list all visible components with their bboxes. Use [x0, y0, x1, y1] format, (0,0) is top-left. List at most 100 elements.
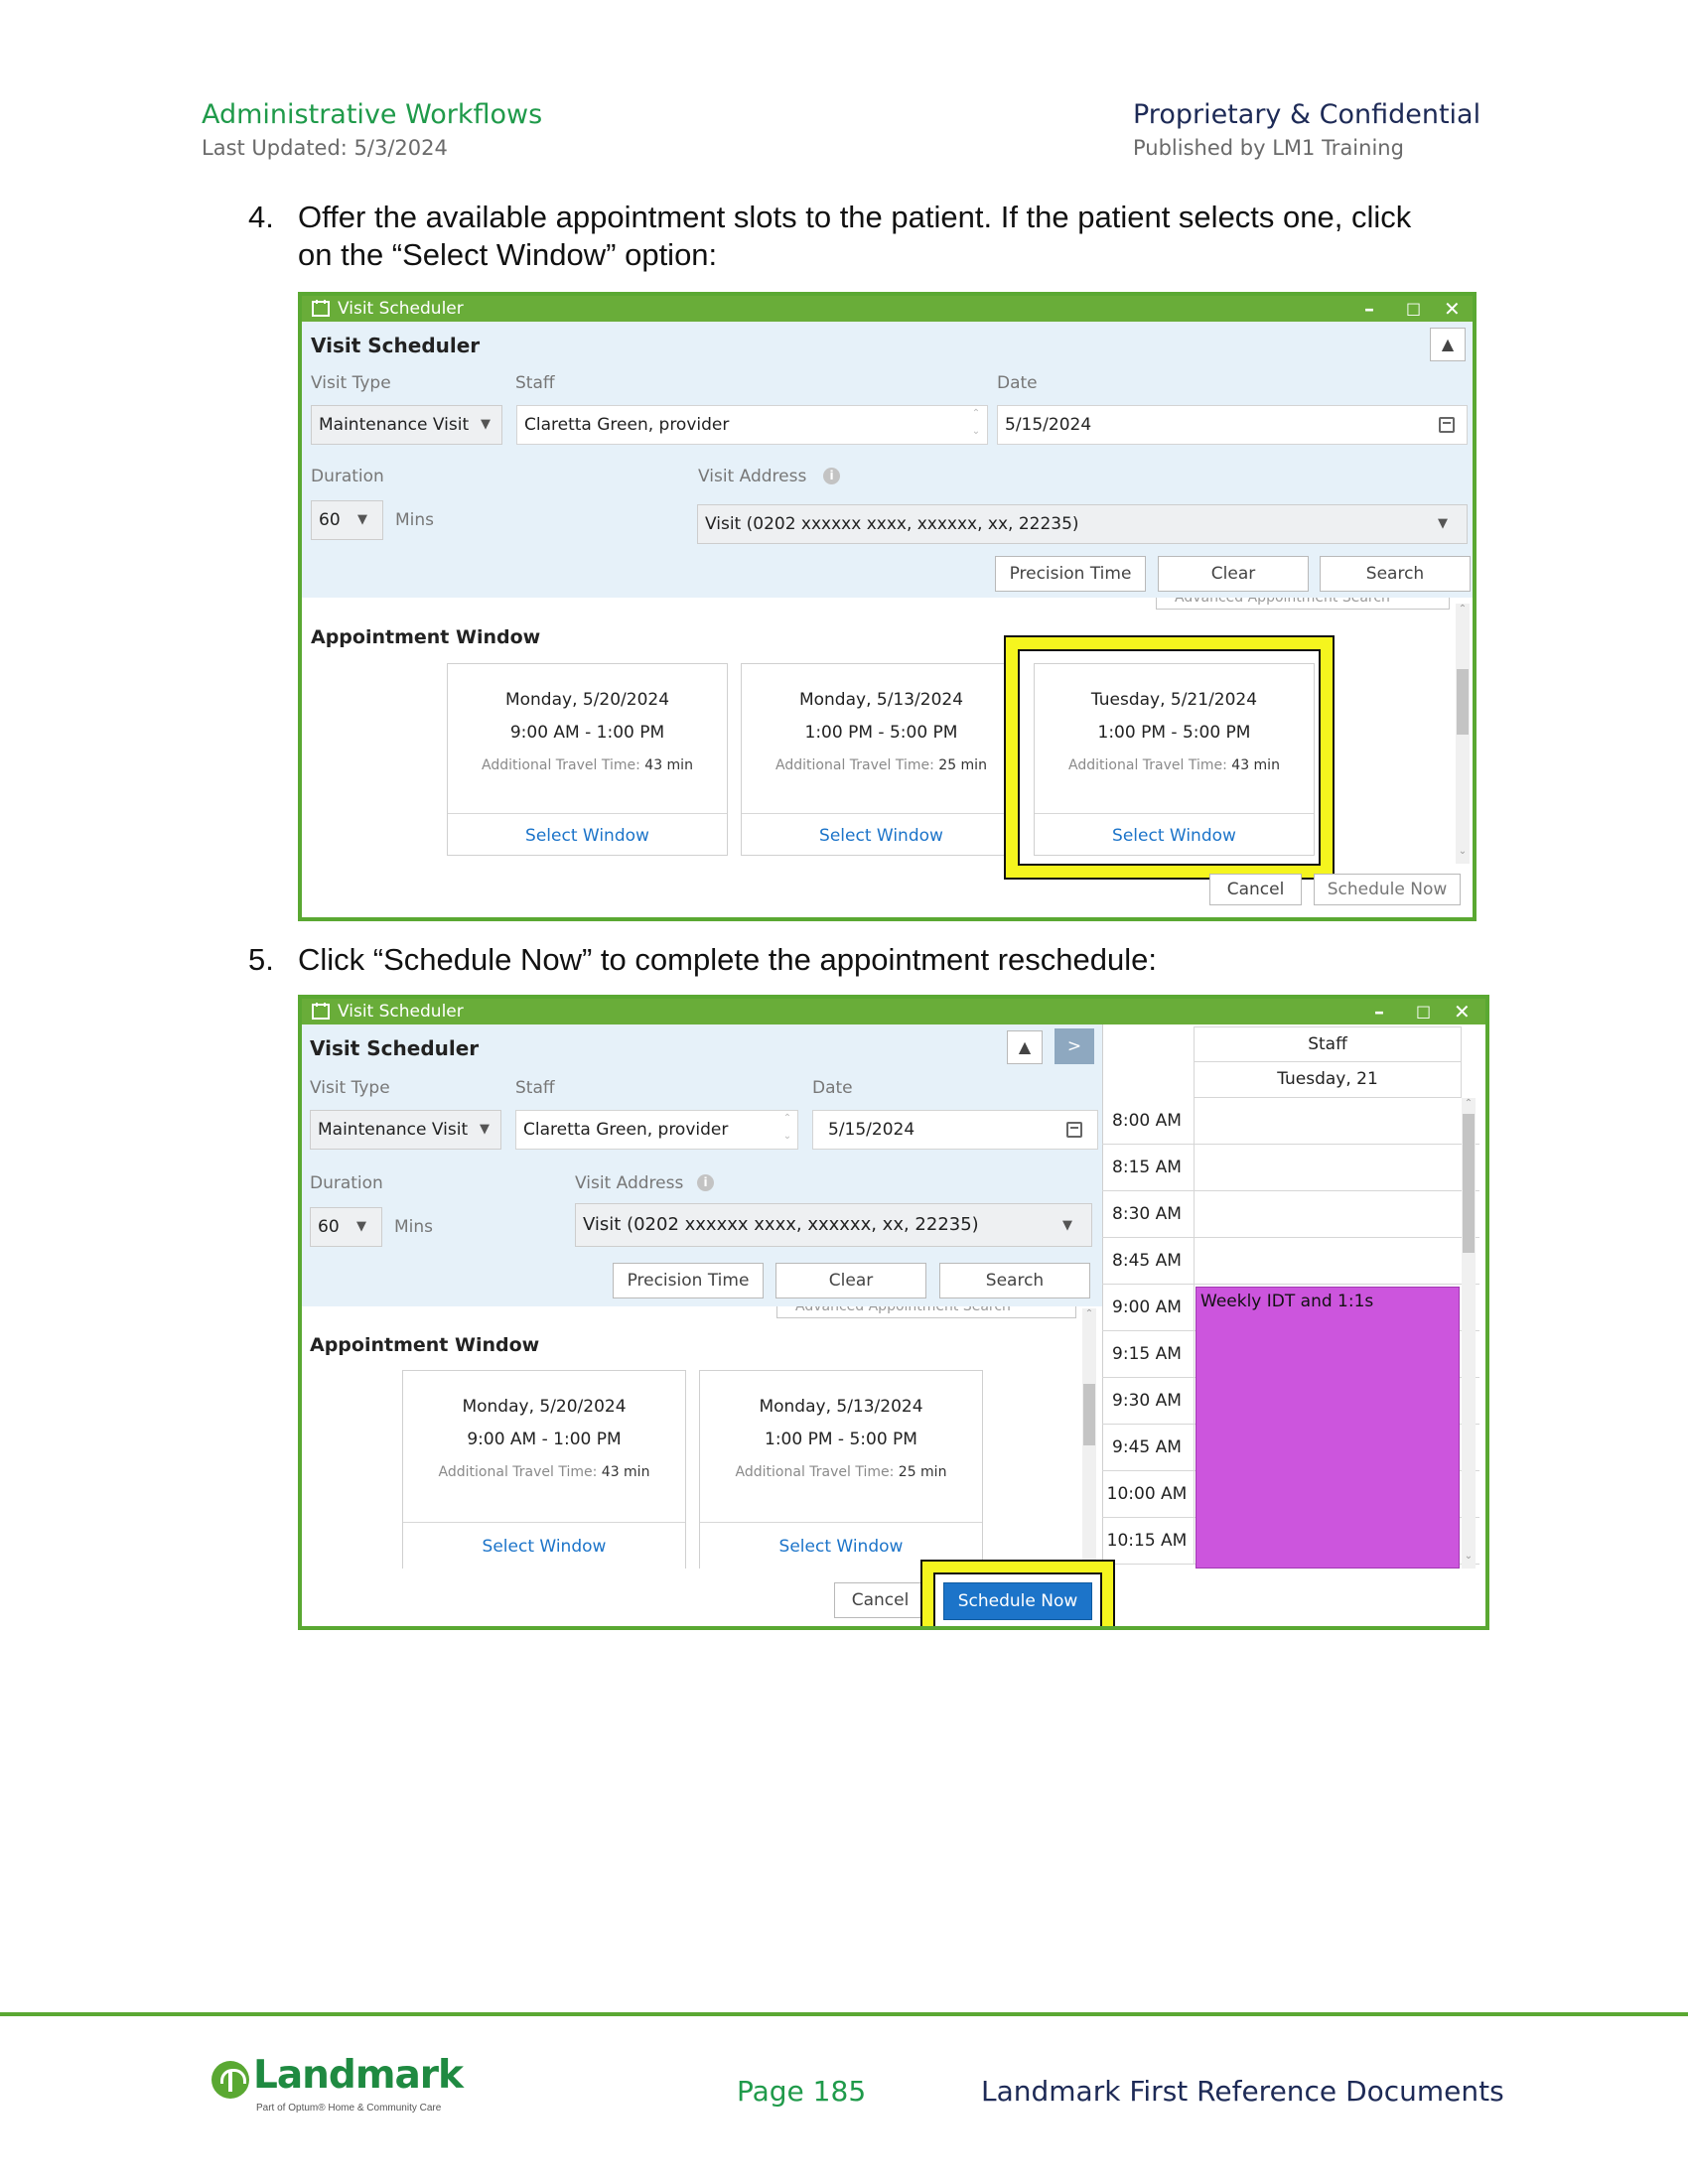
- visit-address-select[interactable]: Visit (0202 xxxxxx xxxx, xxxxxx, xx, 222…: [575, 1203, 1092, 1247]
- scroll-up-icon[interactable]: ⌃: [1456, 604, 1470, 614]
- duration-value: 60: [318, 1217, 340, 1237]
- appointment-card: Monday, 5/20/2024 9:00 AM - 1:00 PM Addi…: [402, 1370, 686, 1569]
- time-label: 9:45 AM: [1112, 1437, 1182, 1457]
- duration-select[interactable]: 60 ▼: [310, 1207, 382, 1247]
- time-slot-row[interactable]: 8:15 AM: [1102, 1145, 1479, 1191]
- close-icon[interactable]: ✕: [1444, 296, 1461, 322]
- title-bar: Visit Scheduler – □ ✕: [302, 999, 1485, 1024]
- travel-time: Additional Travel Time: 43 min: [438, 1464, 650, 1480]
- time-slot-row[interactable]: 8:00 AM: [1102, 1098, 1479, 1145]
- cancel-button[interactable]: Cancel: [1209, 874, 1302, 905]
- scroll-up-icon[interactable]: ⌃: [1082, 1308, 1096, 1319]
- time-slot-row[interactable]: 8:30 AM: [1102, 1191, 1479, 1238]
- schedule-now-button[interactable]: Schedule Now: [1314, 874, 1461, 905]
- maximize-icon[interactable]: □: [1416, 999, 1431, 1024]
- maximize-icon[interactable]: □: [1406, 296, 1421, 322]
- scroll-thumb[interactable]: [1463, 1114, 1475, 1253]
- visit-type-select[interactable]: Maintenance Visit ▼: [310, 1110, 501, 1150]
- slot-cell[interactable]: [1194, 1238, 1462, 1284]
- travel-time: Additional Travel Time: 25 min: [735, 1464, 947, 1480]
- chevron-down-icon: ▼: [1438, 516, 1448, 531]
- slot-cell[interactable]: [1194, 1098, 1462, 1144]
- appointment-window-heading: Appointment Window: [311, 626, 541, 648]
- last-updated: Last Updated: 5/3/2024: [202, 136, 448, 160]
- scroll-down-icon[interactable]: ⌄: [1462, 1551, 1476, 1562]
- collapse-button[interactable]: ▲: [1007, 1030, 1043, 1064]
- chevron-down-icon: ▼: [356, 1219, 366, 1234]
- schedule-now-button[interactable]: Schedule Now: [943, 1582, 1092, 1620]
- minimize-icon[interactable]: –: [1374, 999, 1384, 1024]
- scroll-thumb[interactable]: [1083, 1384, 1095, 1445]
- date-field[interactable]: 5/15/2024: [812, 1110, 1098, 1150]
- time-slot-row[interactable]: 8:45 AM: [1102, 1238, 1479, 1285]
- date-value: 5/15/2024: [828, 1120, 915, 1140]
- calendar-appointment[interactable]: Weekly IDT and 1:1s: [1196, 1287, 1460, 1569]
- visit-scheduler-window-1: Visit Scheduler – □ ✕ Visit Scheduler ▲ …: [298, 292, 1477, 921]
- advanced-search-button[interactable]: Advanced Appointment Search: [1156, 598, 1450, 610]
- select-window-link[interactable]: Select Window: [700, 1537, 982, 1557]
- advanced-search-label: Advanced Appointment Search: [1175, 598, 1390, 606]
- precision-time-button[interactable]: Precision Time: [613, 1263, 764, 1298]
- time-label: 8:30 AM: [1112, 1204, 1182, 1224]
- confidential-label: Proprietary & Confidential: [1133, 99, 1481, 130]
- select-window-link[interactable]: Select Window: [403, 1537, 685, 1557]
- chevron-down-icon: ▼: [1062, 1218, 1072, 1233]
- info-icon[interactable]: i: [823, 468, 840, 484]
- cancel-button[interactable]: Cancel: [834, 1582, 926, 1618]
- slot-cell[interactable]: [1194, 1191, 1462, 1237]
- staff-spinner[interactable]: ⌃ ⌄: [969, 405, 983, 445]
- time-label: 8:45 AM: [1112, 1251, 1182, 1271]
- select-window-link[interactable]: Select Window: [1035, 826, 1314, 846]
- vertical-scrollbar[interactable]: ⌃ ⌄: [1456, 604, 1470, 864]
- header-right: Proprietary & Confidential Published by …: [1133, 99, 1480, 160]
- duration-select[interactable]: 60 ▼: [311, 500, 383, 540]
- calendar-icon[interactable]: [1439, 417, 1455, 433]
- visit-address-select[interactable]: Visit (0202 xxxxxx xxxx, xxxxxx, xx, 222…: [697, 504, 1468, 544]
- visit-type-select[interactable]: Maintenance Visit ▼: [311, 405, 502, 445]
- close-icon[interactable]: ✕: [1454, 999, 1471, 1024]
- window-day: Tuesday, 5/21/2024: [1090, 690, 1258, 710]
- search-button[interactable]: Search: [939, 1263, 1090, 1298]
- scroll-up-icon[interactable]: ⌃: [1462, 1098, 1476, 1109]
- staff-field[interactable]: Claretta Green, provider: [515, 1110, 798, 1150]
- scroll-thumb[interactable]: [1457, 669, 1469, 735]
- chevron-down-icon: ▼: [481, 417, 491, 432]
- vertical-scrollbar[interactable]: ⌃: [1082, 1308, 1096, 1569]
- window-day: Monday, 5/13/2024: [759, 1397, 923, 1417]
- divider: [700, 1522, 982, 1523]
- precision-time-button[interactable]: Precision Time: [995, 556, 1146, 592]
- clear-button[interactable]: Clear: [1158, 556, 1309, 592]
- expand-calendar-button[interactable]: >: [1055, 1028, 1094, 1064]
- time-label: 9:00 AM: [1112, 1297, 1182, 1317]
- advanced-search-button[interactable]: Advanced Appointment Search: [776, 1306, 1076, 1318]
- window-day: Monday, 5/20/2024: [462, 1397, 627, 1417]
- info-icon[interactable]: i: [697, 1174, 714, 1191]
- window-title: Visit Scheduler: [338, 1002, 464, 1022]
- title-bar: Visit Scheduler – □ ✕: [302, 296, 1473, 322]
- staff-field[interactable]: Claretta Green, provider: [516, 405, 988, 445]
- time-label: 10:00 AM: [1106, 1484, 1188, 1504]
- scroll-down-icon[interactable]: ⌄: [1456, 846, 1470, 857]
- minimize-icon[interactable]: –: [1364, 296, 1374, 322]
- date-field[interactable]: 5/15/2024: [997, 405, 1468, 445]
- visit-address-value: Visit (0202 xxxxxx xxxx, xxxxxx, xx, 222…: [705, 514, 1079, 534]
- travel-time: Additional Travel Time: 43 min: [1068, 757, 1280, 773]
- slot-cell[interactable]: [1194, 1145, 1462, 1190]
- appointment-card: Monday, 5/13/2024 1:00 PM - 5:00 PM Addi…: [699, 1370, 983, 1569]
- calendar-icon[interactable]: [1066, 1122, 1082, 1138]
- select-window-link[interactable]: Select Window: [448, 826, 727, 846]
- staff-spinner[interactable]: ⌃ ⌄: [780, 1110, 794, 1150]
- mins-label: Mins: [394, 1217, 434, 1237]
- landmark-tree-icon: [211, 2061, 249, 2099]
- day-column-header: Tuesday, 21: [1194, 1062, 1462, 1098]
- step-number: 5.: [248, 942, 274, 977]
- scheduler-heading: Visit Scheduler: [311, 334, 481, 357]
- search-button[interactable]: Search: [1320, 556, 1471, 592]
- window-title: Visit Scheduler: [338, 299, 464, 319]
- collapse-button[interactable]: ▲: [1430, 328, 1466, 361]
- clear-button[interactable]: Clear: [775, 1263, 926, 1298]
- footer-doc-title: Landmark First Reference Documents: [981, 2075, 1504, 2108]
- calendar-scrollbar[interactable]: ⌃ ⌄: [1462, 1098, 1476, 1569]
- window-time: 1:00 PM - 5:00 PM: [1097, 723, 1251, 743]
- select-window-link[interactable]: Select Window: [742, 826, 1021, 846]
